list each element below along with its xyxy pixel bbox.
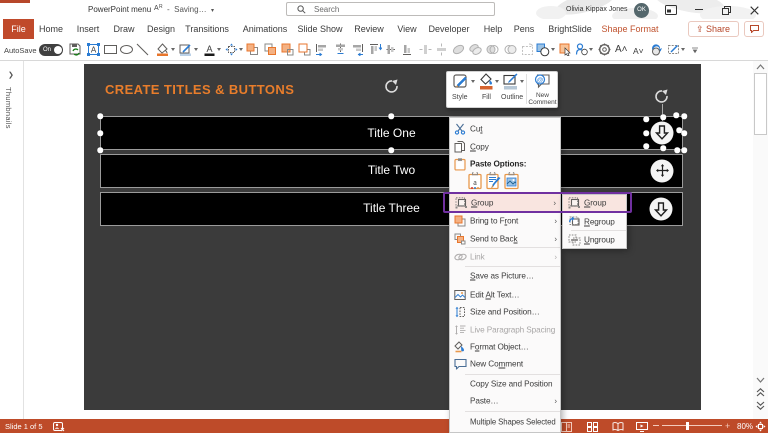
svg-text:@: @ xyxy=(537,77,544,84)
svg-text:a: a xyxy=(473,178,477,187)
svg-text:A: A xyxy=(206,44,212,54)
svg-text:A: A xyxy=(91,46,97,55)
